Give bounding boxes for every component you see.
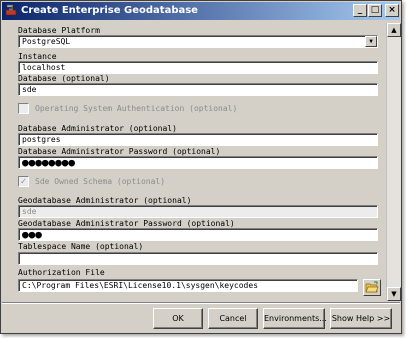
maximize-icon[interactable]: □ bbox=[368, 4, 382, 17]
sde-owned-schema-checkbox-row: ✓ Sde Owned Schema (optional) bbox=[18, 176, 238, 188]
os-authentication-checkbox-row: Operating System Authentication (optiona… bbox=[18, 103, 278, 115]
scroll-down-icon[interactable]: ▼ bbox=[387, 287, 401, 301]
os-authentication-checkbox[interactable] bbox=[18, 103, 29, 114]
show-help-button[interactable]: Show Help >> bbox=[330, 308, 392, 329]
tablespace-name-label: Tablespace Name (optional) bbox=[18, 242, 144, 251]
open-folder-icon bbox=[365, 281, 379, 293]
window-title: Create Enterprise Geodatabase bbox=[21, 5, 198, 16]
authorization-file-label: Authorization File bbox=[18, 268, 105, 277]
geodatabase-administrator-password-label: Geodatabase Administrator Password (opti… bbox=[18, 219, 235, 228]
minimize-icon[interactable]: _ bbox=[353, 4, 367, 17]
database-platform-label: Database Platform bbox=[18, 26, 100, 35]
instance-field[interactable]: localhost bbox=[18, 61, 378, 74]
chevron-down-icon[interactable]: ▼ bbox=[365, 36, 377, 47]
hammer-toolbox-icon bbox=[5, 4, 17, 16]
database-administrator-field[interactable]: postgres bbox=[18, 133, 378, 146]
browse-button[interactable] bbox=[363, 279, 381, 296]
database-platform-dropdown[interactable]: PostgreSQL ▼ bbox=[18, 35, 378, 48]
database-administrator-label: Database Administrator (optional) bbox=[18, 124, 177, 133]
instance-label: Instance bbox=[18, 52, 57, 61]
vertical-scrollbar[interactable]: ▲ ▼ bbox=[386, 23, 401, 301]
cancel-button[interactable]: Cancel bbox=[208, 308, 258, 329]
parameters-panel: Database Platform PostgreSQL ▼ Instance … bbox=[5, 23, 385, 301]
os-authentication-label: Operating System Authentication (optiona… bbox=[35, 104, 238, 113]
geodatabase-administrator-label: Geodatabase Administrator (optional) bbox=[18, 196, 192, 205]
geodatabase-administrator-field[interactable]: sde bbox=[18, 205, 378, 218]
tablespace-name-field[interactable] bbox=[18, 252, 378, 265]
button-bar-divider bbox=[2, 302, 400, 304]
authorization-file-field[interactable]: C:\Program Files\ESRI\License10.1\sysgen… bbox=[18, 279, 358, 292]
ok-button[interactable]: OK bbox=[153, 308, 203, 329]
dialog-window: Create Enterprise Geodatabase _ □ × Data… bbox=[0, 0, 402, 334]
title-bar[interactable]: Create Enterprise Geodatabase _ □ × bbox=[2, 2, 400, 20]
database-field[interactable]: sde bbox=[18, 83, 378, 96]
database-label: Database (optional) bbox=[18, 74, 110, 83]
environments-button[interactable]: Environments... bbox=[263, 308, 327, 329]
scroll-up-icon[interactable]: ▲ bbox=[387, 23, 401, 37]
close-icon[interactable]: × bbox=[385, 4, 399, 17]
database-administrator-password-field[interactable]: ●●●●●●●● bbox=[18, 156, 378, 169]
database-platform-value: PostgreSQL bbox=[22, 37, 71, 46]
geodatabase-administrator-password-field[interactable]: ●●● bbox=[18, 228, 378, 241]
sde-owned-schema-checkbox[interactable]: ✓ bbox=[18, 176, 29, 187]
sde-owned-schema-label: Sde Owned Schema (optional) bbox=[35, 177, 166, 186]
database-administrator-password-label: Database Administrator Password (optiona… bbox=[18, 147, 221, 156]
